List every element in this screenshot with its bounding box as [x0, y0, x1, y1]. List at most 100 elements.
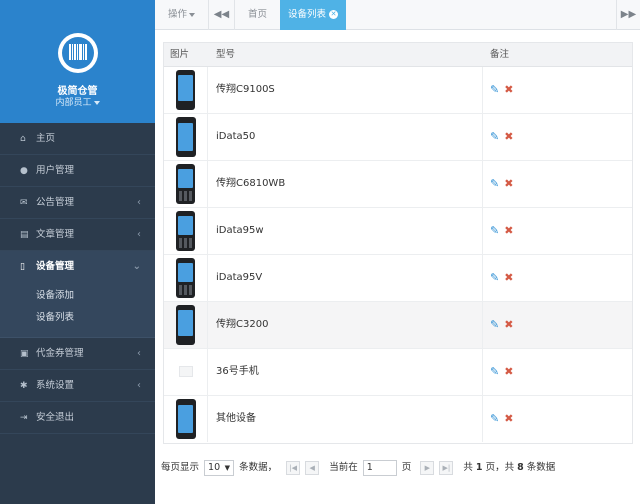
pencil-icon[interactable]: ✎	[490, 67, 499, 113]
sidebar-item-label: 公告管理	[36, 197, 75, 208]
chevron-left-icon: ‹	[137, 197, 141, 208]
pagination: 每页显示 10 ▼ 条数据， |◀ ◀ 当前在 1 页 ▶ ▶| 共 1 页，共 …	[161, 460, 555, 476]
row-actions: ✎ ✖	[490, 208, 513, 254]
total-mid: 页，共	[485, 462, 515, 473]
pencil-icon[interactable]: ✎	[490, 349, 499, 395]
tab-home[interactable]: 首页	[235, 0, 280, 30]
device-model: 36号手机	[216, 366, 259, 377]
x-icon[interactable]: ✖	[504, 161, 513, 207]
brand-header: 极简仓管 内部员工	[0, 0, 155, 123]
submenu-item-device-list[interactable]: 设备列表	[0, 307, 155, 329]
table-header: 图片 型号 备注	[164, 43, 632, 67]
total-records: 8	[517, 462, 524, 473]
table-row: iData95V ✎ ✖	[164, 255, 632, 302]
sidebar-item-users[interactable]: ● 用户管理	[0, 155, 155, 187]
column-header-model: 型号	[216, 49, 236, 60]
pencil-icon[interactable]: ✎	[490, 114, 499, 160]
home-icon: ⌂	[20, 134, 26, 144]
sidebar-item-label: 系统设置	[36, 380, 75, 391]
row-actions: ✎ ✖	[490, 67, 513, 113]
row-actions: ✎ ✖	[490, 255, 513, 301]
sidebar-nav: ⌂ 主页 ● 用户管理 ✉ 公告管理 ‹ ▤ 文章管理 ‹ ▯ 设备管理 ⌄ 设…	[0, 123, 155, 434]
sidebar-item-vouchers[interactable]: ▣ 代金券管理 ‹	[0, 338, 155, 370]
x-icon[interactable]: ✖	[504, 302, 513, 348]
row-actions: ✎ ✖	[490, 349, 513, 395]
user-role-label: 内部员工	[55, 98, 92, 108]
mail-icon: ✉	[20, 198, 28, 208]
x-icon[interactable]: ✖	[504, 396, 513, 442]
row-actions: ✎ ✖	[490, 396, 513, 442]
first-page-button[interactable]: |◀	[286, 461, 301, 475]
prev-page-button[interactable]: ◀	[305, 461, 320, 475]
table-row: 其他设备 ✎ ✖	[164, 396, 632, 443]
chevron-left-icon: ‹	[137, 229, 141, 240]
sidebar-item-logout[interactable]: ⇥ 安全退出	[0, 402, 155, 434]
device-model: 传翔C9100S	[216, 84, 275, 95]
device-model: 传翔C6810WB	[216, 178, 286, 189]
device-model: iData95w	[216, 225, 264, 236]
per-page-label: 每页显示	[161, 462, 200, 473]
sidebar-item-label: 主页	[36, 133, 56, 144]
device-image	[164, 396, 208, 442]
next-page-button[interactable]: ▶	[420, 461, 435, 475]
device-model: 传翔C3200	[216, 319, 269, 330]
pencil-icon[interactable]: ✎	[490, 396, 499, 442]
table-row: 传翔C9100S ✎ ✖	[164, 67, 632, 114]
sidebar-item-label: 代金券管理	[36, 348, 84, 359]
device-table: 图片 型号 备注 传翔C9100S ✎ ✖ iData50 ✎ ✖ 传翔C6810W…	[163, 42, 633, 444]
submenu-item-add-device[interactable]: 设备添加	[0, 285, 155, 307]
sidebar-item-home[interactable]: ⌂ 主页	[0, 123, 155, 155]
tab-device-list[interactable]: 设备列表 ✕	[280, 0, 346, 30]
user-icon: ●	[20, 166, 28, 176]
chevron-down-icon: ⌄	[132, 261, 141, 272]
close-icon[interactable]: ✕	[329, 10, 338, 19]
sidebar-item-settings[interactable]: ✱ 系统设置 ‹	[0, 370, 155, 402]
tab-bar: 操作 ◀◀ 首页 设备列表 ✕ ▶▶	[155, 0, 640, 30]
device-model: iData50	[216, 131, 256, 142]
device-image	[164, 161, 208, 207]
x-icon[interactable]: ✖	[504, 208, 513, 254]
sidebar-item-label: 用户管理	[36, 165, 75, 176]
chevron-left-icon: ‹	[137, 348, 141, 359]
row-actions: ✎ ✖	[490, 161, 513, 207]
per-page-select[interactable]: 10 ▼	[204, 460, 235, 476]
page-label: 页	[401, 462, 412, 473]
device-image	[164, 255, 208, 301]
x-icon[interactable]: ✖	[504, 67, 513, 113]
chevron-left-icon: ‹	[137, 380, 141, 391]
pencil-icon[interactable]: ✎	[490, 208, 499, 254]
sidebar: 极简仓管 内部员工 ⌂ 主页 ● 用户管理 ✉ 公告管理 ‹ ▤ 文章管理 ‹ …	[0, 0, 155, 504]
pencil-icon[interactable]: ✎	[490, 161, 499, 207]
sidebar-item-label: 文章管理	[36, 229, 75, 240]
device-model: 其他设备	[216, 413, 256, 424]
per-page-value: 10	[208, 462, 221, 473]
operations-dropdown[interactable]: 操作	[155, 0, 209, 30]
device-model: iData95V	[216, 272, 263, 283]
table-row: 36号手机 ✎ ✖	[164, 349, 632, 396]
book-icon: ▤	[20, 230, 29, 240]
tabs-scroll-right-button[interactable]: ▶▶	[616, 0, 640, 30]
user-role-dropdown[interactable]: 内部员工	[0, 95, 155, 108]
barcode-icon	[58, 33, 98, 73]
device-image	[164, 208, 208, 254]
page-number-input[interactable]: 1	[362, 460, 397, 476]
sidebar-item-announcements[interactable]: ✉ 公告管理 ‹	[0, 187, 155, 219]
last-page-button[interactable]: ▶|	[439, 461, 454, 475]
row-actions: ✎ ✖	[490, 302, 513, 348]
x-icon[interactable]: ✖	[504, 349, 513, 395]
total-suffix: 条数据	[526, 462, 556, 473]
table-row: 传翔C6810WB ✎ ✖	[164, 161, 632, 208]
records-label: 条数据，	[239, 462, 278, 473]
table-row: 传翔C3200 ✎ ✖	[164, 302, 632, 349]
tabs-scroll-left-button[interactable]: ◀◀	[209, 0, 235, 30]
sidebar-item-devices[interactable]: ▯ 设备管理 ⌄	[0, 251, 155, 283]
sidebar-item-articles[interactable]: ▤ 文章管理 ‹	[0, 219, 155, 251]
x-icon[interactable]: ✖	[504, 255, 513, 301]
device-image	[164, 67, 208, 113]
x-icon[interactable]: ✖	[504, 114, 513, 160]
pencil-icon[interactable]: ✎	[490, 302, 499, 348]
device-image	[164, 302, 208, 348]
pencil-icon[interactable]: ✎	[490, 255, 499, 301]
device-image	[164, 114, 208, 160]
devices-submenu: 设备添加 设备列表	[0, 283, 155, 338]
